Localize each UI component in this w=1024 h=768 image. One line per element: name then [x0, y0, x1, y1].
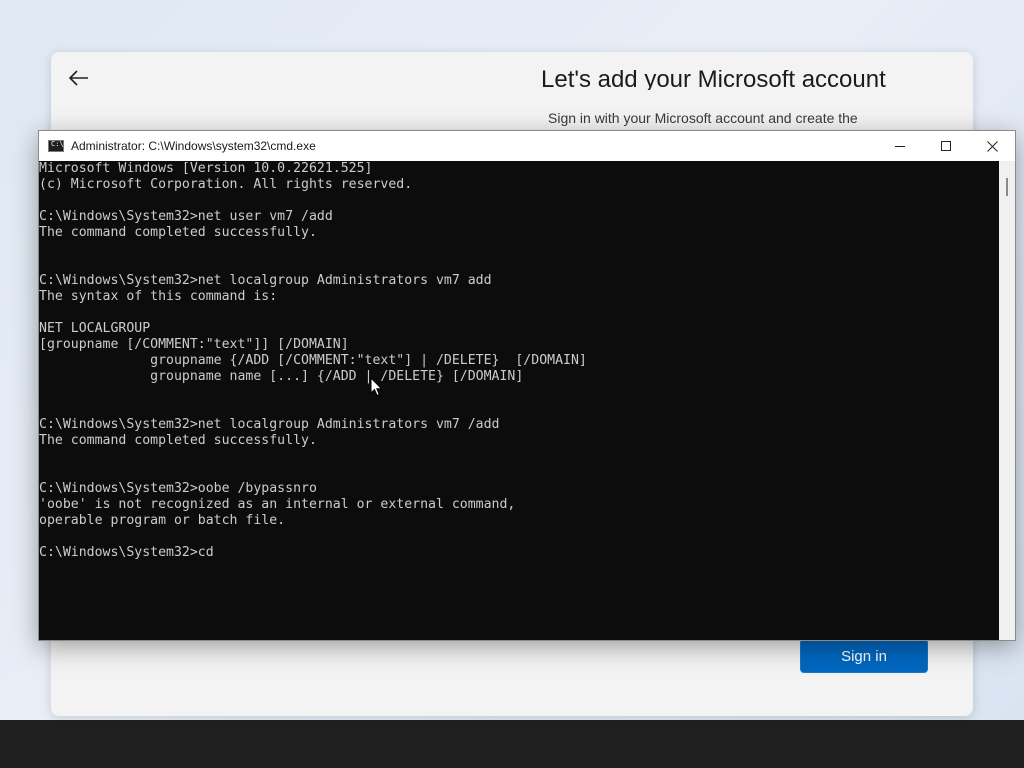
console-line: 'oobe' is not recognized as an internal … — [39, 497, 516, 512]
console-line: The command completed successfully. — [39, 225, 317, 240]
sign-in-button[interactable]: Sign in — [800, 639, 928, 673]
mouse-pointer-icon — [370, 377, 383, 397]
maximize-icon — [941, 141, 951, 151]
oobe-title: Let's add your Microsoft account — [541, 70, 886, 90]
minimize-icon — [895, 146, 905, 147]
console-line: C:\Windows\System32>net user vm7 /add — [39, 209, 333, 224]
console-line: The command completed successfully. — [39, 433, 317, 448]
maximize-button[interactable] — [923, 131, 969, 161]
vertical-scrollbar[interactable] — [999, 161, 1015, 640]
console-line: C:\Windows\System32>net localgroup Admin… — [39, 417, 500, 432]
close-button[interactable] — [969, 131, 1015, 161]
console-line: C:\Windows\System32>cd — [39, 545, 214, 560]
taskbar-strip — [0, 720, 1024, 768]
back-button[interactable] — [65, 66, 93, 90]
cmd-titlebar[interactable]: C:\ Administrator: C:\Windows\system32\c… — [39, 131, 1015, 161]
console-line: groupname name [...] {/ADD | /DELETE} [/… — [39, 369, 524, 384]
window-controls — [877, 131, 1015, 161]
cmd-window-title: Administrator: C:\Windows\system32\cmd.e… — [71, 139, 316, 153]
close-icon — [986, 140, 998, 152]
console-line: NET LOCALGROUP — [39, 321, 151, 336]
minimize-button[interactable] — [877, 131, 923, 161]
console-line: The syntax of this command is: — [39, 289, 278, 304]
console-line: C:\Windows\System32>net localgroup Admin… — [39, 273, 492, 288]
cmd-app-icon: C:\ — [48, 140, 64, 152]
console-line: C:\Windows\System32>oobe /bypassnro — [39, 481, 317, 496]
back-arrow-icon — [69, 70, 88, 86]
console-line: Microsoft Windows [Version 10.0.22621.52… — [39, 161, 373, 176]
oobe-subtitle: Sign in with your Microsoft account and … — [548, 110, 858, 126]
console-line: operable program or batch file. — [39, 513, 286, 528]
cmd-window: C:\ Administrator: C:\Windows\system32\c… — [38, 130, 1016, 641]
console-line: (c) Microsoft Corporation. All rights re… — [39, 177, 413, 192]
console-output[interactable]: Microsoft Windows [Version 10.0.22621.52… — [39, 161, 999, 640]
scrollbar-thumb[interactable] — [1006, 178, 1008, 196]
console-line: groupname {/ADD [/COMMENT:"text"] | /DEL… — [39, 353, 587, 368]
console-line: [groupname [/COMMENT:"text"]] [/DOMAIN] — [39, 337, 349, 352]
